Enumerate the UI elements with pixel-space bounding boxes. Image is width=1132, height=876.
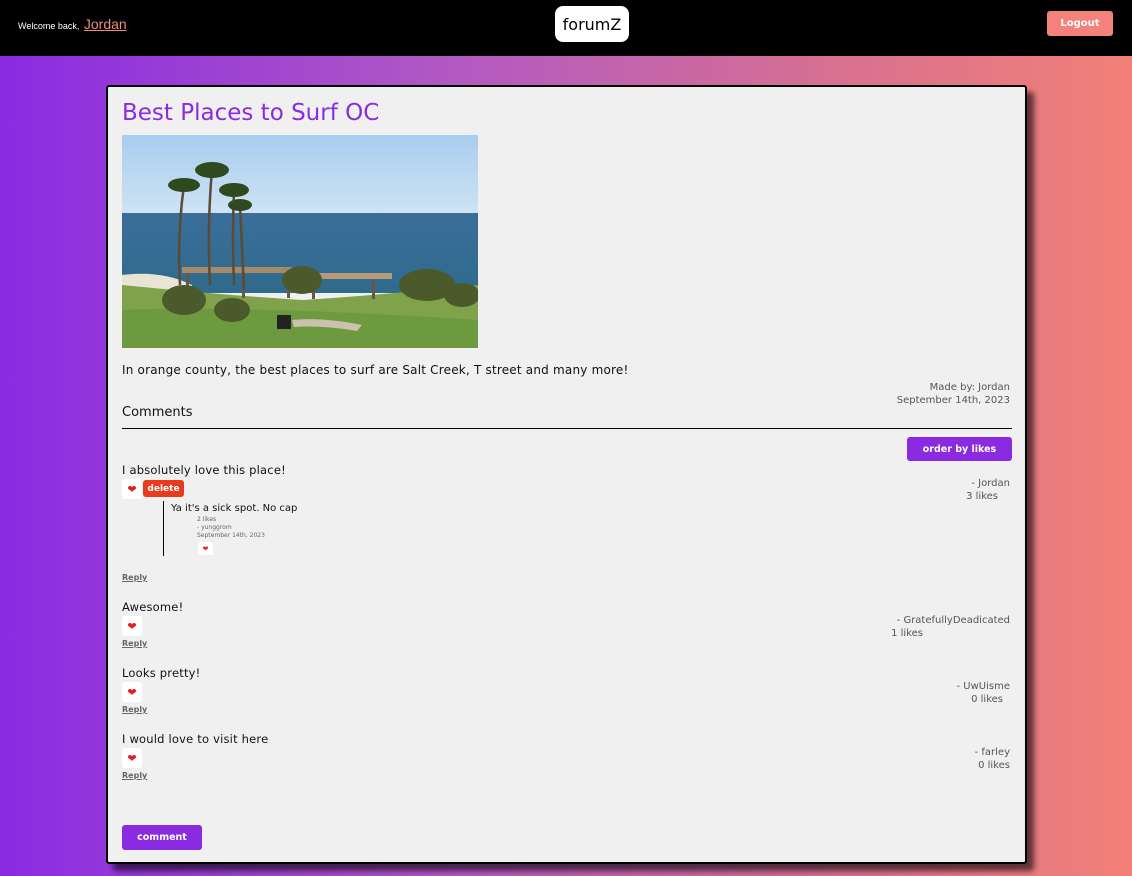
- welcome-prefix: Welcome back,: [18, 21, 80, 31]
- heart-icon: ❤: [202, 544, 209, 553]
- post-author: Made by: Jordan: [929, 382, 1010, 393]
- comment-likes: 3 likes: [966, 491, 998, 502]
- heart-icon: ❤: [127, 482, 137, 496]
- comments-divider: [122, 428, 1012, 429]
- reply-like-button[interactable]: ❤: [198, 542, 213, 555]
- comment-text: I would love to visit here: [122, 732, 269, 746]
- comment-text: Awesome!: [122, 600, 184, 614]
- comment-author: - Jordan: [971, 478, 1010, 489]
- order-by-likes-button[interactable]: order by likes: [907, 437, 1012, 461]
- reply-link[interactable]: Reply: [122, 705, 147, 714]
- heart-icon: ❤: [127, 751, 137, 765]
- like-button[interactable]: ❤: [122, 682, 142, 702]
- comment-text: I absolutely love this place!: [122, 463, 286, 477]
- comment-author: - GratefullyDeadicated: [896, 615, 1010, 626]
- welcome-message: Welcome back, Jordan: [18, 16, 127, 32]
- post-title: Best Places to Surf OC: [122, 100, 380, 126]
- reply-thread-line: [163, 501, 164, 556]
- comment-author: - farley: [974, 747, 1010, 758]
- comments-heading: Comments: [122, 405, 193, 420]
- reply-link[interactable]: Reply: [122, 771, 147, 780]
- delete-button[interactable]: delete: [143, 480, 184, 497]
- reply-text: Ya it's a sick spot. No cap: [171, 503, 298, 514]
- comment-text: Looks pretty!: [122, 666, 201, 680]
- reply-author: - yunggrom: [197, 524, 232, 531]
- like-button[interactable]: ❤: [122, 748, 142, 768]
- post-card: Best Places to Surf OC In orange county,…: [106, 85, 1027, 864]
- post-image: [122, 135, 478, 348]
- username-link[interactable]: Jordan: [84, 16, 127, 32]
- post-body: In orange county, the best places to sur…: [122, 363, 629, 377]
- logout-button[interactable]: Logout: [1047, 11, 1113, 36]
- like-button[interactable]: ❤: [122, 479, 142, 499]
- reply-date: September 14th, 2023: [197, 532, 265, 539]
- comment-button[interactable]: comment: [122, 825, 202, 850]
- reply-link[interactable]: Reply: [122, 639, 147, 648]
- comment-likes: 1 likes: [891, 628, 923, 639]
- comment-author: - UwUisme: [956, 681, 1011, 692]
- top-nav-bar: Welcome back, Jordan forumZ Logout: [0, 0, 1132, 56]
- comment-likes: 0 likes: [971, 694, 1003, 705]
- post-date: September 14th, 2023: [896, 395, 1010, 406]
- reply-likes: 2 likes: [197, 516, 217, 523]
- heart-icon: ❤: [127, 619, 137, 633]
- reply-link[interactable]: Reply: [122, 573, 147, 582]
- forumz-logo[interactable]: forumZ: [555, 6, 629, 42]
- beach-photo: [122, 135, 478, 348]
- heart-icon: ❤: [127, 685, 137, 699]
- comment-likes: 0 likes: [978, 760, 1010, 771]
- like-button[interactable]: ❤: [122, 616, 142, 636]
